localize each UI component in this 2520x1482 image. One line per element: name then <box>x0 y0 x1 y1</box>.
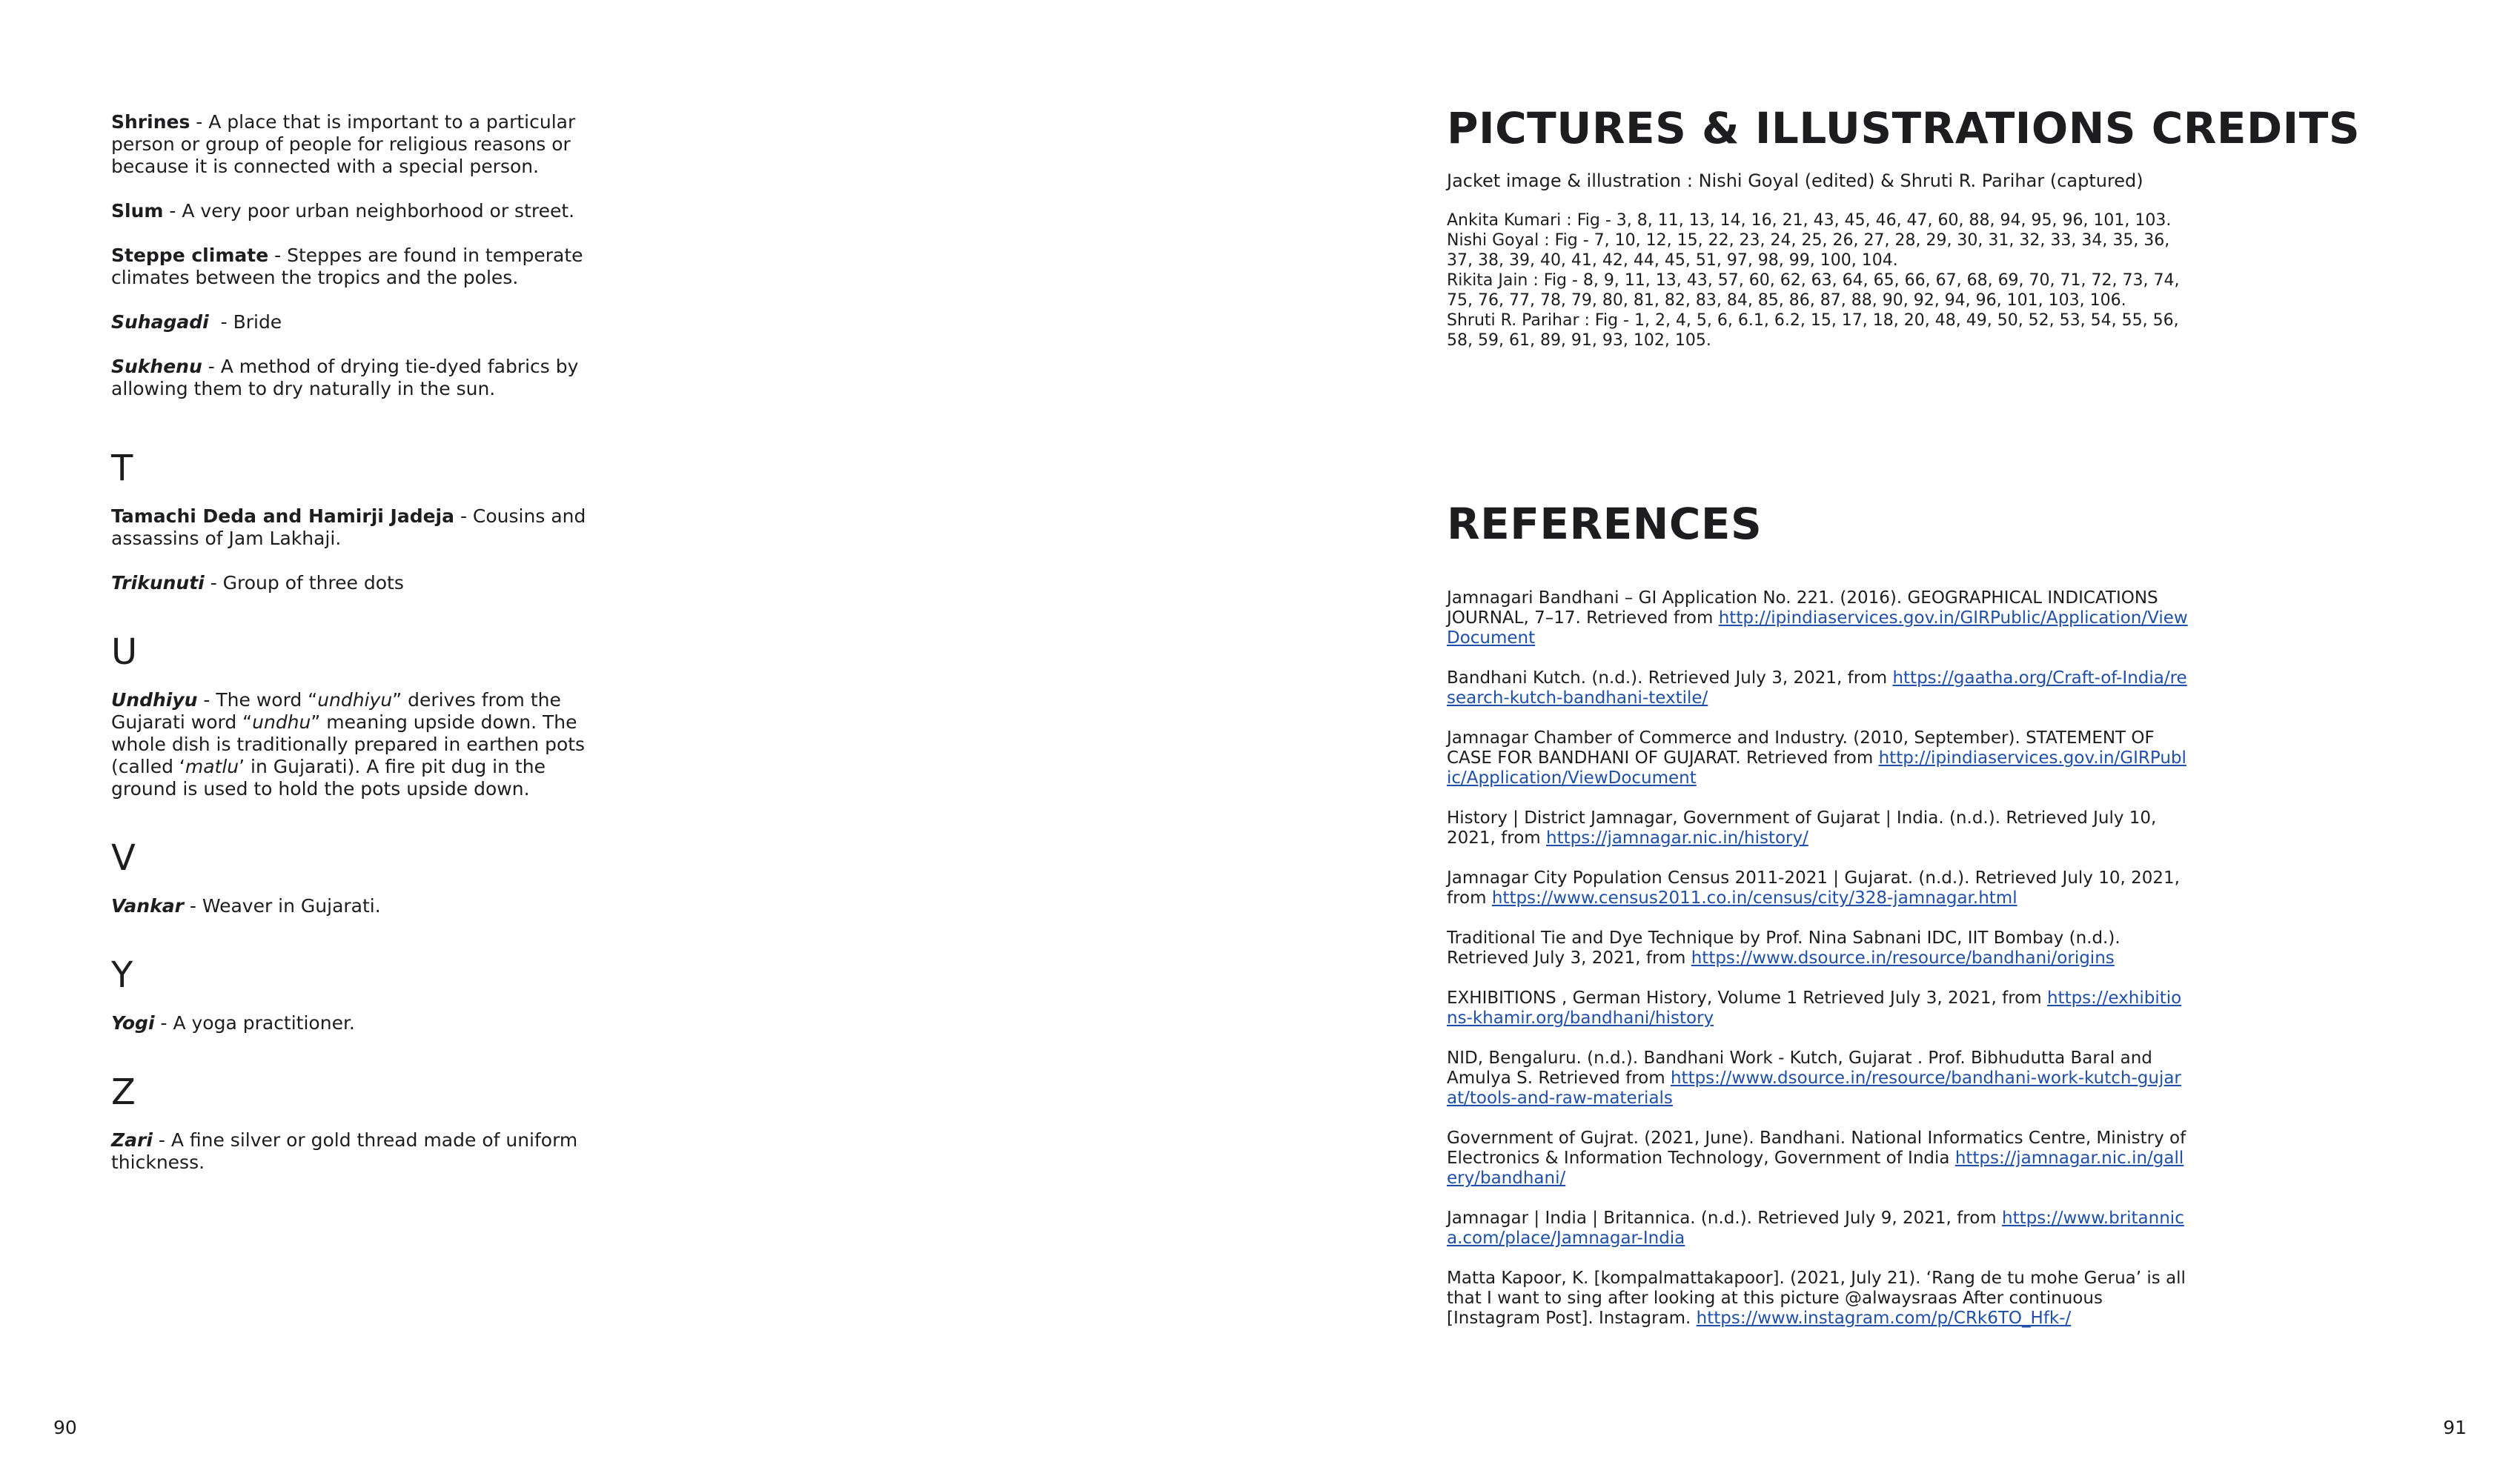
glossary-definition: - A yoga practitioner. <box>154 1012 355 1034</box>
page-number-right: 91 <box>2443 1417 2467 1438</box>
credit-line: Shruti R. Parihar : Fig - 1, 2, 4, 5, 6,… <box>1447 311 2179 350</box>
reference-item: Jamnagar City Population Census 2011-202… <box>1447 868 2188 908</box>
glossary-term: Tamachi Deda and Hamirji Jadeja <box>111 505 455 527</box>
glossary-entry-zari: Zari - A fine silver or gold thread made… <box>111 1129 600 1174</box>
right-page: PICTURES & ILLUSTRATIONS CREDITS Jacket … <box>1260 0 2520 1482</box>
glossary-definition: - Bride <box>208 311 282 333</box>
glossary-term: Slum <box>111 200 164 222</box>
glossary-term: Yogi <box>111 1012 155 1034</box>
glossary-entry-slum: Slum - A very poor urban neighborhood or… <box>111 200 600 222</box>
reference-item: Matta Kapoor, K. [kompalmattakapoor]. (2… <box>1447 1269 2188 1329</box>
glossary-term: Sukhenu <box>111 356 202 377</box>
glossary-definition: - Group of three dots <box>204 572 404 594</box>
glossary-term: Trikunuti <box>111 572 205 594</box>
section-letter-u: U <box>111 631 138 673</box>
glossary-entry-undhiyu: Undhiyu - The word “undhiyu” derives fro… <box>111 689 600 800</box>
references-section: REFERENCES Jamnagari Bandhani – GI Appli… <box>1447 498 2188 1349</box>
glossary-term: Vankar <box>111 895 184 917</box>
glossary-definition-part: - The word “ <box>197 689 318 711</box>
reference-item: Government of Gujrat. (2021, June). Band… <box>1447 1129 2188 1189</box>
glossary-definition: - A fine silver or gold thread made of u… <box>111 1129 578 1173</box>
glossary-entry-shrines: Shrines - A place that is important to a… <box>111 111 600 178</box>
reference-list: Jamnagari Bandhani – GI Application No. … <box>1447 588 2188 1329</box>
glossary-definition: - Weaver in Gujarati. <box>183 895 381 917</box>
credits-heading: PICTURES & ILLUSTRATIONS CREDITS <box>1447 103 2361 153</box>
reference-item: Bandhani Kutch. (n.d.). Retrieved July 3… <box>1447 668 2188 708</box>
reference-item: Traditional Tie and Dye Technique by Pro… <box>1447 928 2188 968</box>
page-number-left: 90 <box>53 1417 77 1438</box>
credit-jacket: Jacket image & illustration : Nishi Goya… <box>1447 170 2143 191</box>
glossary-entry-steppe-climate: Steppe climate - Steppes are found in te… <box>111 245 600 289</box>
glossary-term: Undhiyu <box>111 689 198 711</box>
section-letter-y: Y <box>111 954 133 996</box>
glossary-entry-tamachi-deda: Tamachi Deda and Hamirji Jadeja - Cousin… <box>111 505 600 550</box>
reference-item: Jamnagari Bandhani – GI Application No. … <box>1447 588 2188 648</box>
glossary-entry-trikunuti: Trikunuti - Group of three dots <box>111 572 600 594</box>
glossary-entry-vankar: Vankar - Weaver in Gujarati. <box>111 895 600 917</box>
reference-text: Jamnagar | India | Britannica. (n.d.). R… <box>1447 1209 2003 1228</box>
glossary-word: matlu <box>185 756 239 777</box>
reference-link[interactable]: https://www.dsource.in/resource/bandhani… <box>1691 948 2115 968</box>
glossary-term: Zari <box>111 1129 153 1151</box>
section-letter-t: T <box>111 448 133 489</box>
glossary-word: undhu <box>252 711 311 733</box>
credits-section: PICTURES & ILLUSTRATIONS CREDITS Jacket … <box>1447 102 2361 350</box>
glossary-term: Shrines <box>111 111 190 133</box>
glossary: Shrines - A place that is important to a… <box>111 111 600 1196</box>
section-letter-v: V <box>111 837 136 879</box>
reference-link[interactable]: https://jamnagar.nic.in/history/ <box>1546 828 1808 848</box>
reference-link[interactable]: https://www.census2011.co.in/census/city… <box>1492 888 2017 908</box>
left-page: Shrines - A place that is important to a… <box>0 0 1260 1482</box>
reference-item: History | District Jamnagar, Government … <box>1447 808 2188 848</box>
reference-item: Jamnagar Chamber of Commerce and Industr… <box>1447 728 2188 788</box>
glossary-entry-suhagadi: Suhagadi - Bride <box>111 311 600 333</box>
reference-item: Jamnagar | India | Britannica. (n.d.). R… <box>1447 1209 2188 1249</box>
reference-item: EXHIBITIONS , German History, Volume 1 R… <box>1447 988 2188 1029</box>
reference-item: NID, Bengaluru. (n.d.). Bandhani Work - … <box>1447 1049 2188 1109</box>
glossary-entry-sukhenu: Sukhenu - A method of drying tie-dyed fa… <box>111 356 600 400</box>
reference-text: Bandhani Kutch. (n.d.). Retrieved July 3… <box>1447 668 1893 688</box>
credit-line: Nishi Goyal : Fig - 7, 10, 12, 15, 22, 2… <box>1447 231 2170 270</box>
glossary-term: Steppe climate <box>111 245 269 266</box>
references-heading: REFERENCES <box>1447 499 1763 549</box>
section-letter-z: Z <box>111 1071 136 1113</box>
glossary-entry-yogi: Yogi - A yoga practitioner. <box>111 1012 600 1034</box>
reference-link[interactable]: https://www.instagram.com/p/CRk6TO_Hfk-/ <box>1697 1309 2072 1328</box>
glossary-term: Suhagadi <box>111 311 209 333</box>
reference-text: EXHIBITIONS , German History, Volume 1 R… <box>1447 988 2047 1008</box>
credit-line: Rikita Jain : Fig - 8, 9, 11, 13, 43, 57… <box>1447 271 2180 310</box>
glossary-word: undhiyu <box>317 689 393 711</box>
credit-line: Ankita Kumari : Fig - 3, 8, 11, 13, 14, … <box>1447 211 2172 230</box>
glossary-definition: - A very poor urban neighborhood or stre… <box>163 200 575 222</box>
